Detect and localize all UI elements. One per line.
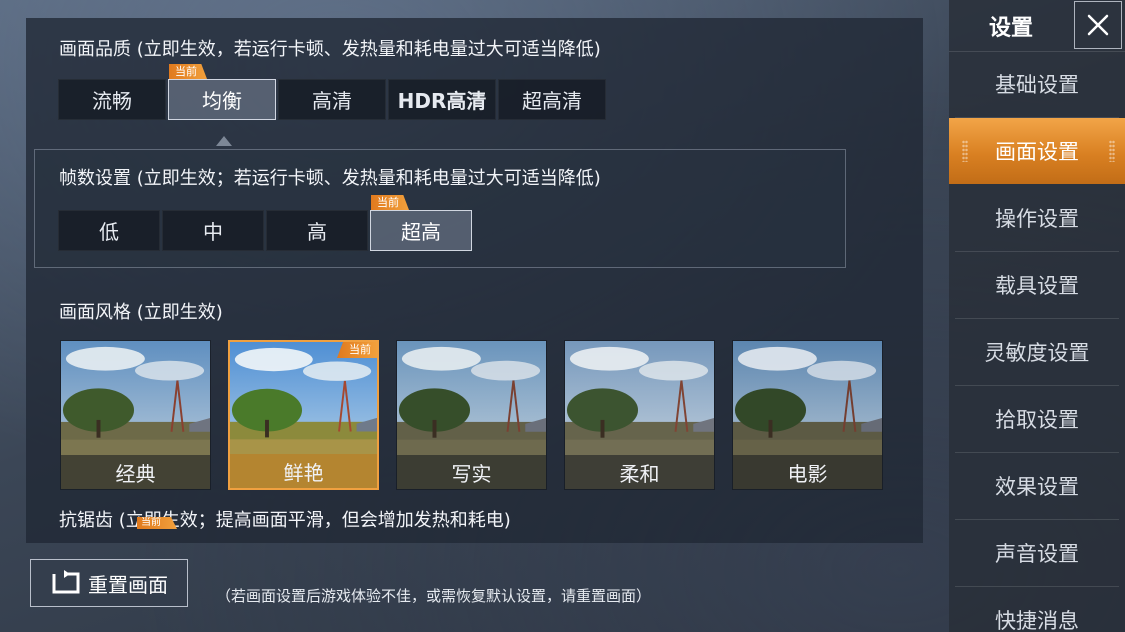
style-selector: 经典 当前 鲜艳 写实 柔和 电影 <box>60 340 883 490</box>
sidebar-item-graphics[interactable]: 画面设置 <box>949 118 1125 184</box>
settings-title: 设置 <box>989 16 1034 41</box>
quality-option-hd[interactable]: 高清 <box>278 79 386 120</box>
antialias-title: 抗锯齿 (立即生效；提高画面平滑，但会增加发热和耗电) <box>59 510 511 531</box>
close-button[interactable] <box>1074 1 1122 49</box>
quality-option-smooth[interactable]: 流畅 <box>58 79 166 120</box>
style-option-cinematic[interactable]: 电影 <box>732 340 883 490</box>
style-label: 经典 <box>61 455 210 489</box>
quality-option-hdr[interactable]: HDR高清 <box>388 79 496 120</box>
grip-icon <box>1109 140 1115 162</box>
sidebar-item-pickup[interactable]: 拾取设置 <box>955 386 1119 453</box>
style-label: 柔和 <box>565 455 714 489</box>
quality-option-ultra-hd[interactable]: 超高清 <box>498 79 606 120</box>
pointer-arrow <box>216 136 232 146</box>
style-label: 鲜艳 <box>230 454 377 488</box>
style-label: 电影 <box>733 455 882 489</box>
current-tag: 当前 <box>337 342 377 358</box>
sidebar-item-quick-messages[interactable]: 快捷消息 <box>955 587 1119 632</box>
style-option-soft[interactable]: 柔和 <box>564 340 715 490</box>
quality-selector: 流畅 当前 均衡 高清 HDR高清 超高清 <box>58 64 608 120</box>
fps-option-low[interactable]: 低 <box>58 210 160 251</box>
style-option-classic[interactable]: 经典 <box>60 340 211 490</box>
quality-option-balanced[interactable]: 当前 均衡 <box>168 64 276 120</box>
style-option-realistic[interactable]: 写实 <box>396 340 547 490</box>
sidebar-item-effects[interactable]: 效果设置 <box>955 453 1119 520</box>
fps-option-ultra[interactable]: 当前 超高 <box>370 195 472 251</box>
sidebar-item-basic[interactable]: 基础设置 <box>955 51 1119 118</box>
sidebar-item-controls[interactable]: 操作设置 <box>955 185 1119 252</box>
grip-icon <box>962 140 968 162</box>
fps-title: 帧数设置 (立即生效；若运行卡顿、发热量和耗电量过大可适当降低) <box>59 168 601 189</box>
style-title: 画面风格 (立即生效) <box>59 302 223 323</box>
style-label: 写实 <box>397 455 546 489</box>
current-tag: 当前 <box>169 64 207 79</box>
reset-note: （若画面设置后游戏体验不佳，或需恢复默认设置，请重置画面） <box>216 587 652 605</box>
sidebar-item-audio[interactable]: 声音设置 <box>955 520 1119 587</box>
sidebar-item-vehicle[interactable]: 载具设置 <box>955 252 1119 319</box>
close-icon <box>1087 14 1109 36</box>
graphics-settings-panel: 画面品质 (立即生效，若运行卡顿、发热量和耗电量过大可适当降低) 流畅 当前 均… <box>26 18 923 543</box>
reset-label: 重置画面 <box>88 572 168 597</box>
fps-option-high[interactable]: 高 <box>266 210 368 251</box>
quality-title: 画面品质 (立即生效，若运行卡顿、发热量和耗电量过大可适当降低) <box>59 39 601 60</box>
fps-selector: 低 中 高 当前 超高 <box>58 195 474 251</box>
reset-icon <box>52 570 80 594</box>
fps-option-medium[interactable]: 中 <box>162 210 264 251</box>
current-tag: 当前 <box>371 195 409 210</box>
current-tag: 当前 <box>137 517 177 529</box>
sidebar-item-sensitivity[interactable]: 灵敏度设置 <box>955 319 1119 386</box>
settings-sidebar: 设置 基础设置 画面设置 操作设置 载具设置 灵敏度设置 拾取设置 效果设置 声… <box>949 0 1125 632</box>
reset-graphics-button[interactable]: 重置画面 <box>30 559 188 607</box>
style-option-vivid[interactable]: 当前 鲜艳 <box>228 340 379 490</box>
sidebar-header: 设置 <box>949 0 1125 52</box>
